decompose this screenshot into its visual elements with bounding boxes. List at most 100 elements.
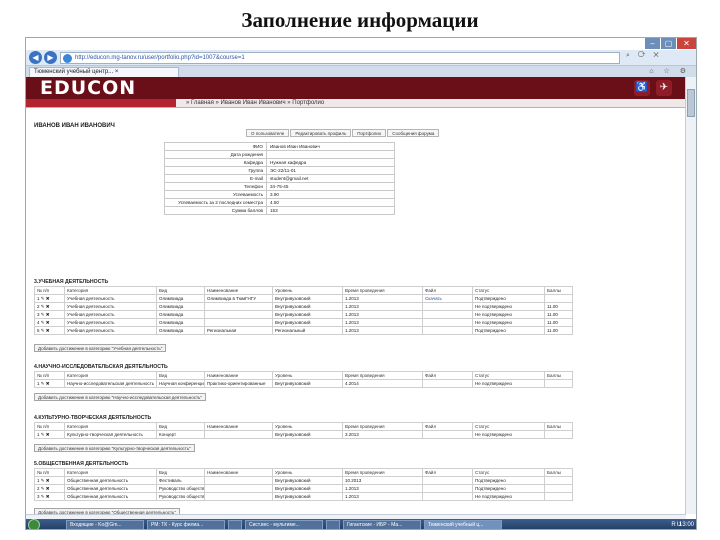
table-row: 4 ✎ ✖ Учебная деятельность Олимпиада Внутри… [34,318,573,327]
portfolio-content: ИВАНОВ ИВАН ИВАНОВИЧ О пользователе Редак… [26,109,686,514]
table-cell: Внутривузовский [272,294,343,303]
column-header: Уровень [272,422,343,431]
student-info-table: ФИО Иванов Иван Иванович Дата рождения Кафе… [164,142,395,215]
add-achievement-button[interactable]: Добавить достижение в категорию "Культур… [34,444,195,452]
university-emblem-icon[interactable]: ✈ [656,80,672,96]
taskbar-item[interactable]: Сист.вес - мультиме... [245,520,323,529]
breadcrumb-path[interactable]: » Главная » Иванов Иван Иванович » Портф… [186,99,324,107]
info-row: Успеваемость 3.90 [164,190,395,199]
info-label: ФИО [164,142,267,151]
info-row: Кафедра Нужная кафедра [164,158,395,167]
column-header: № п/п [34,286,65,295]
profile-tab[interactable]: Портфолио [352,129,387,137]
table-cell: Общественная деятельность [64,484,157,493]
row-actions[interactable]: 3 ✎ ✖ [34,310,65,319]
table-cell: Олимпиада [156,302,205,311]
table-cell: Общественная деятельность [64,476,157,485]
table-cell: Олимпиада [156,310,205,319]
table-cell: Учебная деятельность [64,318,157,327]
row-actions[interactable]: 2 ✎ ✖ [34,484,65,493]
table-cell: Внутривузовский [272,476,343,485]
row-actions[interactable]: 1 ✎ ✖ [34,379,65,388]
table-cell [422,302,473,311]
column-header: № п/п [34,422,65,431]
profile-tab[interactable]: Сообщения форума [387,129,440,137]
address-tools[interactable]: ⌕ ⟳ ✕ [626,52,662,60]
row-actions[interactable]: 5 ✎ ✖ [34,326,65,335]
profile-tab[interactable]: О пользователе [246,129,290,137]
info-row: Дата рождения [164,150,395,159]
info-row: Телефон 34-75-45 [164,182,395,191]
row-actions[interactable]: 1 ✎ ✖ [34,294,65,303]
column-header: Наименование [204,286,273,295]
add-achievement-button[interactable]: Добавить достижение в категорию "Научно-… [34,393,206,401]
taskbar-item[interactable]: Гигантские - ИБР - Ма... [343,520,421,529]
achievement-table: № п/п Категория Вид Наименование Уровень Врем… [34,468,573,501]
achievement-table: № п/п Категория Вид Наименование Уровень Врем… [34,422,573,439]
start-button-icon[interactable] [28,519,40,529]
column-header: Время проведения [342,371,423,380]
table-cell: 11.00 [544,326,573,335]
accessibility-icon[interactable]: ♿ [634,80,650,96]
table-cell: Подтверждено [472,476,545,485]
table-cell: Олимпиада [156,326,205,335]
vertical-scrollbar[interactable] [685,77,696,514]
column-header: Баллы [544,422,573,431]
browser-tools[interactable]: ⌂ ☆ ⚙ [649,67,690,75]
table-cell [204,492,273,501]
table-cell: 1.2013 [342,326,423,335]
column-header: Файл [422,286,473,295]
profile-tab[interactable]: Редактировать профиль [290,129,352,137]
tab-strip: Тюменский учебный центр... × ⌂ ☆ ⚙ [26,66,696,77]
url-field[interactable]: http://educon.mg-tanov.ru/user/portfolio… [60,52,620,64]
column-header: Время проведения [342,468,423,477]
info-value [266,150,395,159]
info-value: ЭС-22/11-01 [266,166,395,175]
breadcrumb-home[interactable] [26,99,176,107]
table-cell: Не подтверждено [472,430,545,439]
taskbar-item[interactable]: Входящие - Ko@Gm... [66,520,144,529]
taskbar-item[interactable] [228,520,242,529]
table-row: 3 ✎ ✖ Учебная деятельность Олимпиада Внутри… [34,310,573,319]
table-cell: Олимпиада [156,294,205,303]
column-header: Файл [422,371,473,380]
row-actions[interactable]: 3 ✎ ✖ [34,492,65,501]
achievement-table: № п/п Категория Вид Наименование Уровень Врем… [34,286,573,335]
table-cell: 4.2014 [342,379,423,388]
taskbar-item[interactable] [326,520,340,529]
back-icon[interactable]: ◀ [29,51,42,64]
table-cell [422,492,473,501]
add-achievement-button[interactable]: Добавить достижение в категорию "Учебная… [34,344,167,352]
table-cell [204,310,273,319]
table-cell: Внутривузовский [272,492,343,501]
table-cell: 11.00 [544,302,573,311]
table-cell [544,484,573,493]
taskbar-item[interactable]: РМ: ТК - Курс филиа... [147,520,225,529]
minimize-icon[interactable]: – [644,38,660,49]
column-header: Наименование [204,371,273,380]
table-cell: Не подтверждено [472,302,545,311]
column-header: Статус [472,468,545,477]
taskbar-item[interactable]: Тюменский учебный ц... [424,520,502,529]
scrollbar-thumb[interactable] [687,89,695,117]
row-actions[interactable]: 1 ✎ ✖ [34,476,65,485]
profile-tabs: О пользователе Редактировать профиль Портф… [246,129,440,137]
column-header: Вид [156,286,205,295]
column-header: Категория [64,422,157,431]
column-header: Время проведения [342,286,423,295]
row-actions[interactable]: 4 ✎ ✖ [34,318,65,327]
maximize-icon[interactable]: ▢ [660,38,676,49]
download-link[interactable]: Скачать [422,294,473,303]
table-header-row: № п/п Категория Вид Наименование Уровень Врем… [34,371,573,380]
forward-icon[interactable]: ▶ [44,51,57,64]
info-row: Сумма баллов 153 [164,206,395,215]
table-cell: 1.2013 [342,484,423,493]
close-icon[interactable]: ✕ [676,38,696,49]
row-actions[interactable]: 1 ✎ ✖ [34,430,65,439]
table-cell [544,476,573,485]
browser-tab[interactable]: Тюменский учебный центр... × [29,67,179,77]
table-cell [422,484,473,493]
row-actions[interactable]: 2 ✎ ✖ [34,302,65,311]
educon-logo[interactable]: EDUCON [40,77,136,99]
table-cell: 3.2013 [342,430,423,439]
